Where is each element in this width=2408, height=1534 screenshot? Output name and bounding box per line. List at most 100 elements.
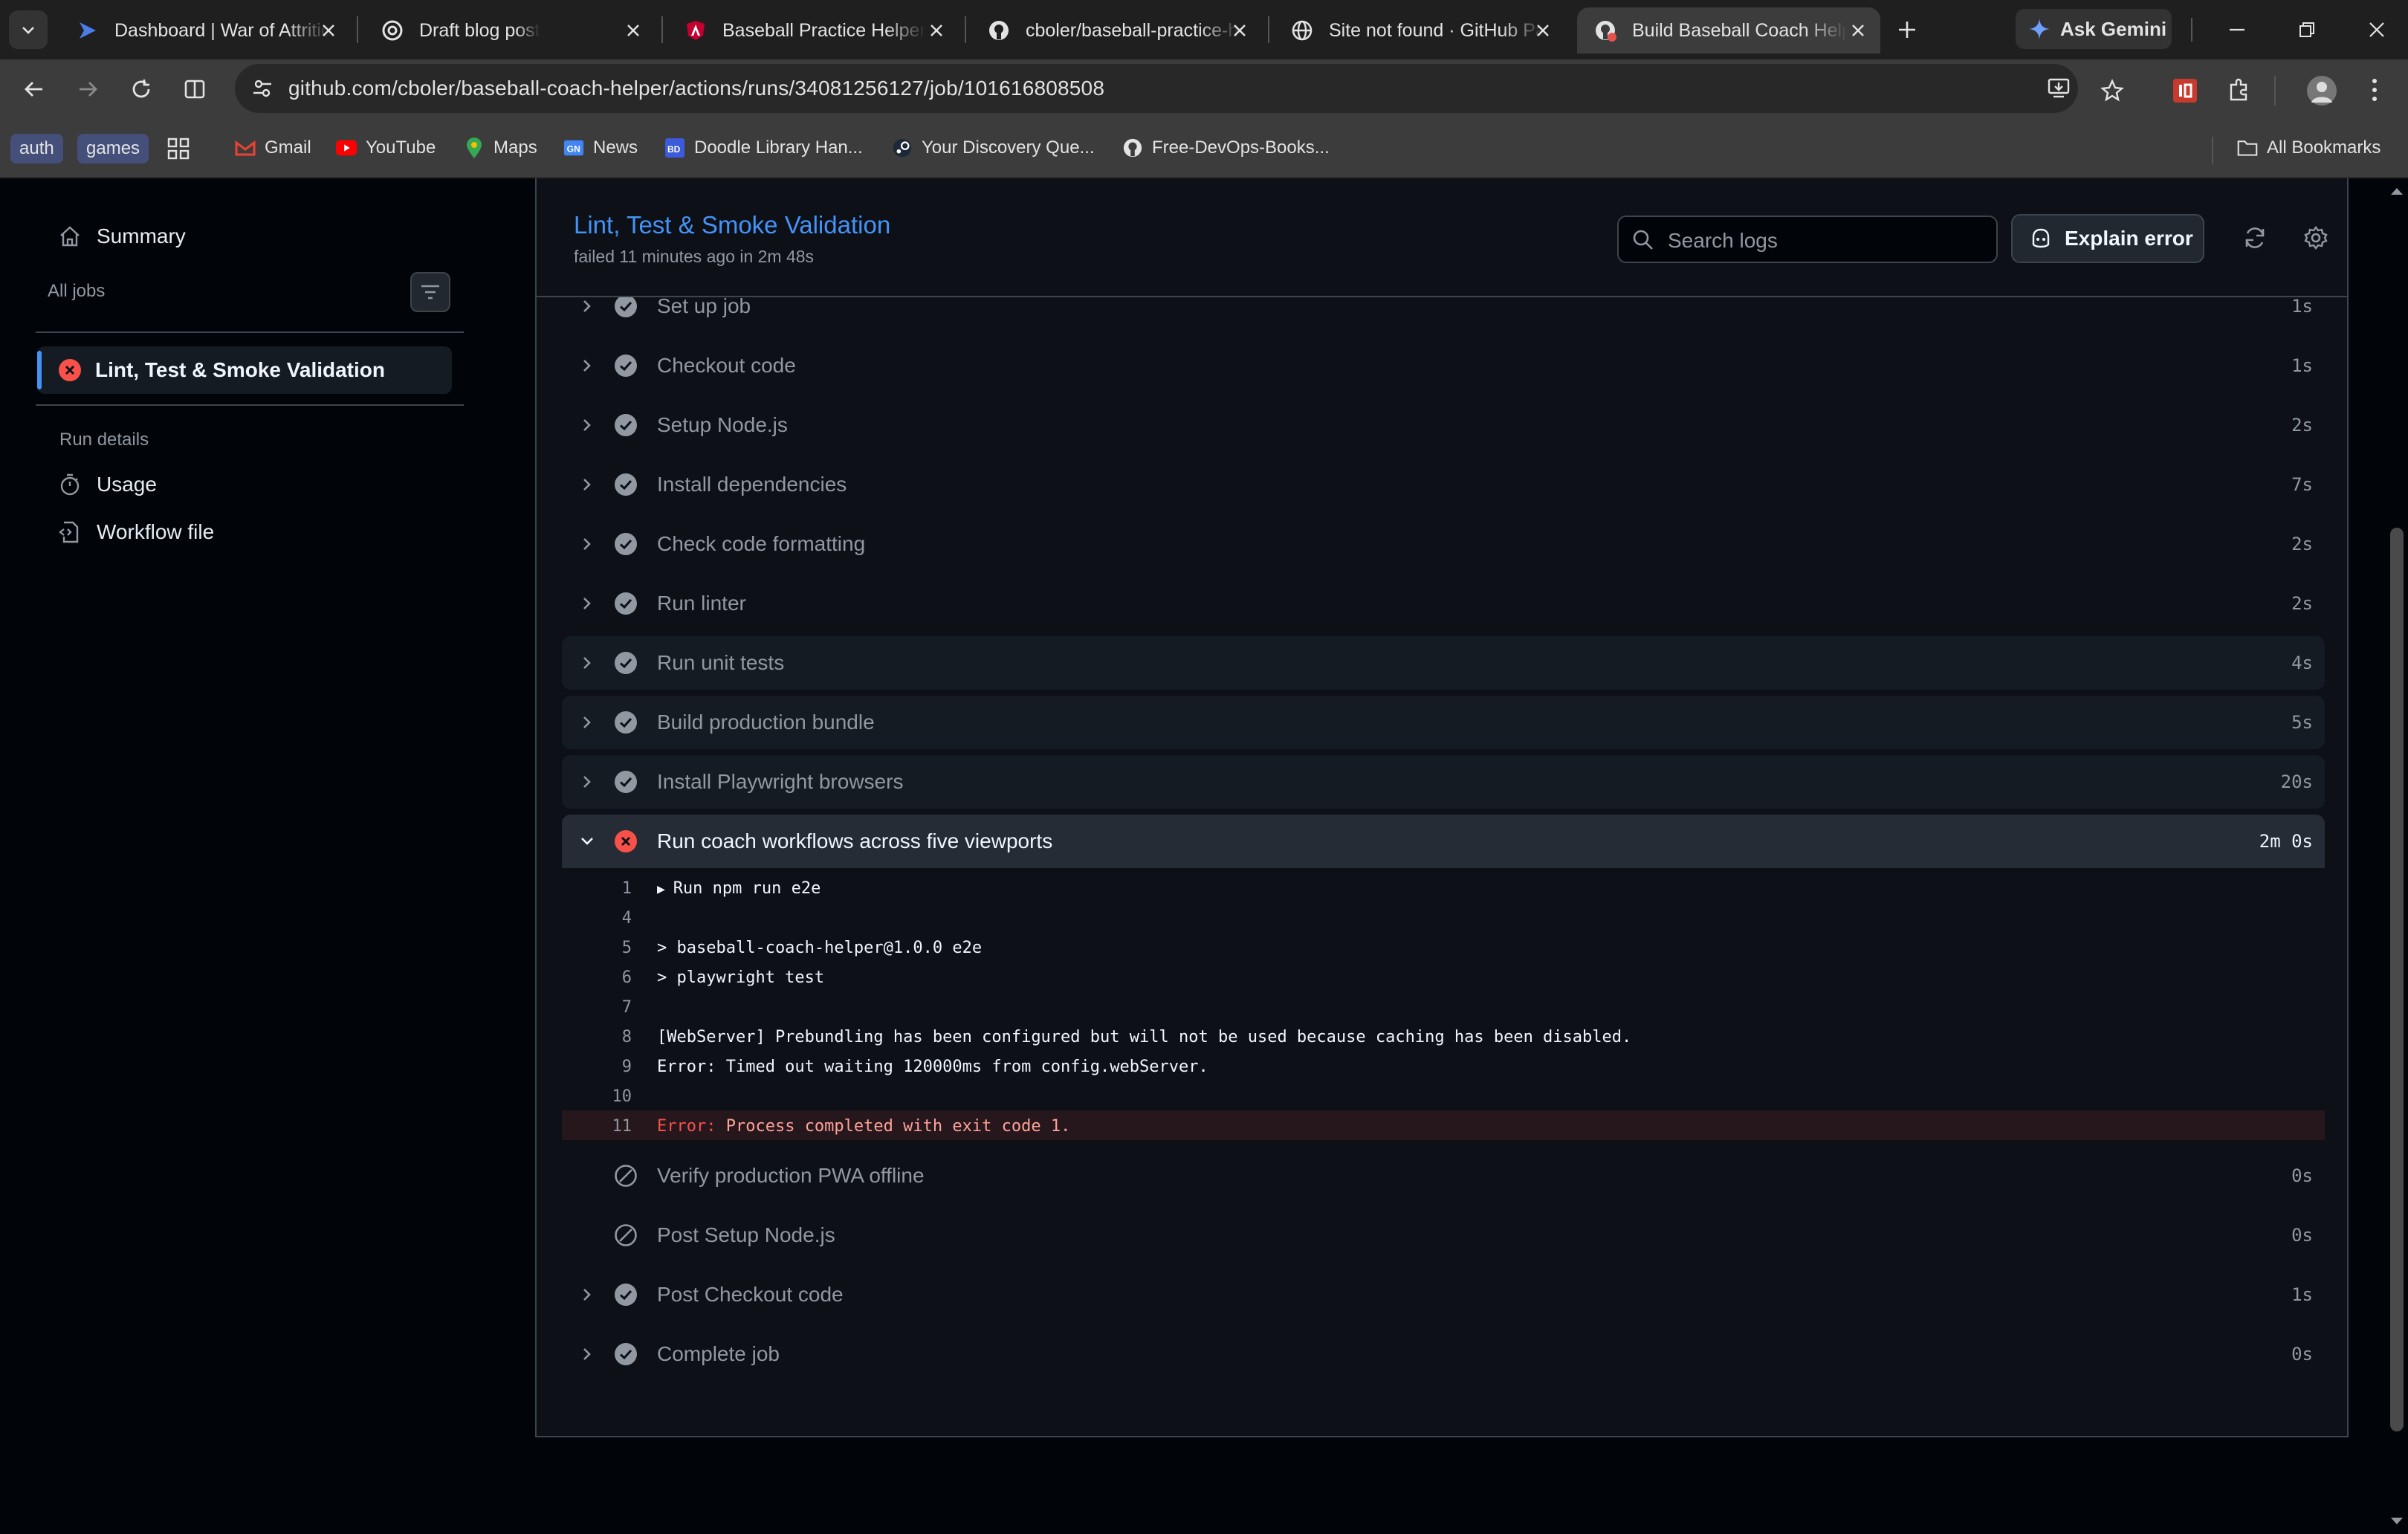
browser-tab-active[interactable]: Build Baseball Coach Helper: [1577, 7, 1880, 54]
browser-tab[interactable]: Draft blog post: [364, 7, 656, 54]
close-icon[interactable]: [621, 19, 645, 42]
chevron-right-icon[interactable]: [575, 770, 599, 794]
step-row[interactable]: Check code formatting 2s: [562, 517, 2325, 571]
filter-jobs-button[interactable]: [410, 272, 450, 312]
step-duration: 2s: [2291, 593, 2313, 614]
sync-icon: [2245, 227, 2265, 248]
workflow-file-link[interactable]: Workflow file: [58, 520, 214, 544]
address-bar[interactable]: github.com/cboler/baseball-coach-helper/…: [235, 64, 2078, 113]
url-text[interactable]: github.com/cboler/baseball-coach-helper/…: [288, 77, 1104, 100]
ask-gemini-button[interactable]: Ask Gemini: [2016, 9, 2172, 49]
log-line-text: ▶ Run npm run e2e: [657, 879, 821, 898]
bookmark-news[interactable]: GN News: [563, 132, 638, 164]
chevron-right-icon[interactable]: [575, 413, 599, 437]
chevron-right-icon[interactable]: [575, 354, 599, 378]
chevron-right-icon[interactable]: [575, 592, 599, 615]
chevron-right-icon[interactable]: [575, 532, 599, 556]
settings-button[interactable]: [2298, 220, 2334, 256]
browser-tab[interactable]: Baseball Practice Helper: [667, 7, 959, 54]
log-line-number[interactable]: 7: [584, 998, 632, 1017]
caret-right-icon[interactable]: ▶: [657, 881, 673, 897]
summary-link[interactable]: Summary: [58, 224, 186, 248]
close-icon[interactable]: [317, 19, 340, 42]
close-icon[interactable]: [925, 19, 948, 42]
close-window-button[interactable]: [2357, 10, 2396, 49]
job-title[interactable]: Lint, Test & Smoke Validation: [574, 211, 890, 239]
chevron-right-icon[interactable]: [575, 1283, 599, 1307]
step-row[interactable]: Install Playwright browsers 20s: [562, 755, 2325, 809]
log-line-number[interactable]: 4: [584, 909, 632, 928]
chevron-right-icon[interactable]: [575, 711, 599, 734]
extension-icon[interactable]: [2173, 79, 2197, 103]
more-menu-icon[interactable]: [2371, 77, 2378, 103]
all-bookmarks-button[interactable]: All Bookmarks: [2237, 132, 2381, 164]
file-code-icon: [59, 521, 79, 543]
usage-link[interactable]: Usage: [58, 473, 157, 496]
bookmark-chip-games[interactable]: games: [77, 134, 149, 164]
step-row[interactable]: Set up job 1s: [562, 297, 2325, 333]
chevron-right-icon[interactable]: [575, 473, 599, 496]
reload-button[interactable]: [122, 70, 161, 109]
chevron-down-icon[interactable]: [575, 829, 599, 853]
new-tab-button[interactable]: [1888, 10, 1926, 49]
run-details-heading: Run details: [59, 430, 149, 450]
step-name: Checkout code: [657, 354, 796, 377]
step-row[interactable]: Complete job 0s: [562, 1327, 2325, 1381]
bookmark-gmail[interactable]: Gmail: [235, 132, 311, 164]
log-line: 11 Error: Process completed with exit cod…: [562, 1110, 2325, 1140]
step-row[interactable]: Checkout code 1s: [562, 339, 2325, 392]
step-row[interactable]: Install dependencies 7s: [562, 458, 2325, 511]
scroll-up-icon[interactable]: [2389, 186, 2404, 196]
browser-tab[interactable]: Dashboard | War of Attrition: [59, 7, 351, 54]
browser-tab[interactable]: cboler/baseball-practice-helper: [971, 7, 1262, 54]
github-icon: [987, 19, 1011, 42]
log-line-number[interactable]: 5: [584, 939, 632, 957]
log-line-number[interactable]: 11: [584, 1117, 632, 1136]
refresh-button[interactable]: [2237, 220, 2273, 256]
forward-button[interactable]: [68, 70, 107, 109]
scroll-down-icon[interactable]: [2389, 1516, 2404, 1527]
step-row[interactable]: Run linter 2s: [562, 577, 2325, 630]
apps-grid-icon[interactable]: [166, 137, 190, 161]
minimize-button[interactable]: [2218, 10, 2256, 49]
close-icon[interactable]: [1531, 19, 1555, 42]
scrollbar-thumb[interactable]: [2390, 528, 2404, 1431]
tab-title: Site not found · GitHub Pages: [1329, 19, 1544, 41]
bookmark-chip-auth[interactable]: auth: [10, 134, 63, 164]
bookmark-maps[interactable]: Maps: [464, 132, 537, 164]
log-line-number[interactable]: 6: [584, 968, 632, 987]
step-row[interactable]: Post Checkout code 1s: [562, 1268, 2325, 1321]
log-line-number[interactable]: 1: [584, 879, 632, 898]
explain-error-button[interactable]: Explain error: [2011, 214, 2204, 263]
restore-button[interactable]: [2288, 10, 2326, 49]
browser-tab[interactable]: Site not found · GitHub Pages: [1274, 7, 1565, 54]
step-row[interactable]: Setup Node.js 2s: [562, 398, 2325, 452]
back-button[interactable]: [15, 70, 54, 109]
tab-search-button[interactable]: [9, 10, 48, 49]
chevron-right-icon[interactable]: [575, 651, 599, 675]
site-settings-icon[interactable]: [251, 77, 274, 100]
step-row[interactable]: Run unit tests 4s: [562, 636, 2325, 690]
chevron-right-icon[interactable]: [575, 297, 599, 318]
log-line-number[interactable]: 9: [584, 1058, 632, 1076]
log-line-number[interactable]: 10: [584, 1087, 632, 1106]
profile-avatar[interactable]: [2307, 76, 2337, 106]
bookmark-steam[interactable]: Your Discovery Que...: [892, 132, 1095, 164]
step-row[interactable]: Verify production PWA offline 0s: [562, 1149, 2325, 1203]
step-row[interactable]: Build production bundle 5s: [562, 696, 2325, 749]
bookmark-doodle[interactable]: BD Doodle Library Han...: [664, 132, 863, 164]
puzzle-icon[interactable]: [2227, 77, 2252, 103]
bookmark-devops-books[interactable]: Free-DevOps-Books...: [1122, 132, 1330, 164]
close-icon[interactable]: [1228, 19, 1252, 42]
step-row[interactable]: Run coach workflows across five viewport…: [562, 815, 2325, 868]
search-logs-input[interactable]: Search logs: [1617, 216, 1998, 263]
sidebar-job-item-active[interactable]: Lint, Test & Smoke Validation: [37, 346, 452, 394]
bookmark-star-icon[interactable]: [2100, 79, 2124, 103]
log-line-number[interactable]: 8: [584, 1028, 632, 1046]
chevron-right-icon[interactable]: [575, 1342, 599, 1366]
bookmark-youtube[interactable]: YouTube: [336, 132, 436, 164]
step-row[interactable]: Post Setup Node.js 0s: [562, 1208, 2325, 1262]
install-app-icon[interactable]: [2047, 76, 2071, 100]
close-icon[interactable]: [1846, 19, 1870, 42]
split-view-button[interactable]: [175, 70, 214, 109]
